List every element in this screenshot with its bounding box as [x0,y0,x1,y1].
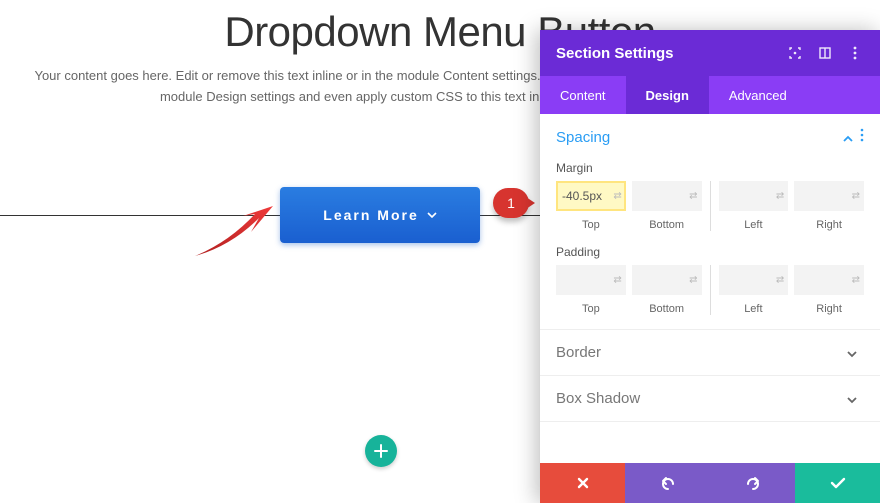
panel-header: Section Settings [540,30,880,76]
check-icon [830,477,846,489]
annotation-arrow-icon [185,200,280,260]
side-label-bottom: Bottom [649,303,684,315]
panel-tabs: Content Design Advanced [540,76,880,114]
margin-top-input[interactable] [556,181,626,211]
tab-content[interactable]: Content [540,76,626,114]
side-label-right: Right [816,303,842,315]
side-label-left: Left [744,303,762,315]
section-box-shadow-label: Box Shadow [556,390,846,407]
close-icon [576,476,590,490]
redo-icon [745,476,761,490]
panel-title: Section Settings [556,45,780,62]
kebab-menu-icon[interactable] [840,38,870,68]
side-label-right: Right [816,219,842,231]
side-label-top: Top [582,303,600,315]
redo-button[interactable] [710,463,795,503]
padding-bottom-input[interactable] [632,265,702,295]
panel-footer [540,463,880,503]
expand-icon[interactable] [810,38,840,68]
learn-more-button[interactable]: Learn More [280,187,480,243]
padding-fields: ⇄ Top ⇄ Bottom [556,265,864,315]
chevron-down-icon [427,212,437,218]
padding-left-input[interactable] [719,265,789,295]
panel-body: Spacing Margin ⇄ Top [540,114,880,463]
field-separator [710,181,711,231]
section-options-icon[interactable] [860,128,864,147]
discard-button[interactable] [540,463,625,503]
chevron-down-icon [846,391,858,407]
callout-marker: 1 [493,188,529,218]
chevron-up-icon [842,130,854,146]
section-settings-panel: Section Settings Content Design Advanced… [540,30,880,503]
section-border[interactable]: Border [540,330,880,376]
focus-icon[interactable] [780,38,810,68]
chevron-down-icon [846,345,858,361]
section-border-label: Border [556,344,846,361]
padding-label: Padding [556,245,864,259]
margin-left-input[interactable] [719,181,789,211]
field-separator [710,265,711,315]
learn-more-label: Learn More [323,207,418,223]
margin-fields: ⇄ Top ⇄ Bottom [556,181,864,231]
tab-advanced[interactable]: Advanced [709,76,807,114]
padding-right-input[interactable] [794,265,864,295]
margin-label: Margin [556,161,864,175]
callout-number: 1 [493,188,529,218]
undo-button[interactable] [625,463,710,503]
margin-right-input[interactable] [794,181,864,211]
section-spacing: Spacing Margin ⇄ Top [540,114,880,330]
side-label-bottom: Bottom [649,219,684,231]
side-label-top: Top [582,219,600,231]
add-section-button[interactable] [365,435,397,467]
section-spacing-label: Spacing [556,129,842,146]
margin-bottom-input[interactable] [632,181,702,211]
tab-design[interactable]: Design [626,76,709,114]
save-button[interactable] [795,463,880,503]
padding-top-input[interactable] [556,265,626,295]
side-label-left: Left [744,219,762,231]
section-spacing-header[interactable]: Spacing [556,128,864,147]
section-box-shadow[interactable]: Box Shadow [540,376,880,422]
plus-icon [374,444,388,458]
undo-icon [660,476,676,490]
